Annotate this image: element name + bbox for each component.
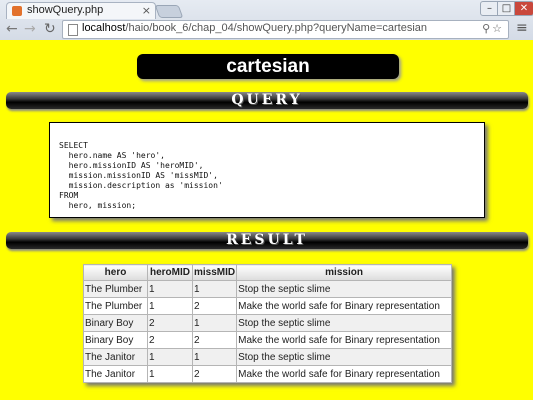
column-header-hero: hero bbox=[83, 264, 148, 281]
cell-hero: The Plumber bbox=[83, 297, 148, 315]
query-code-box: SELECT hero.name AS 'hero', hero.mission… bbox=[49, 122, 485, 218]
column-header-missmid: missMID bbox=[191, 264, 238, 281]
table-row: Binary Boy 2 2 Make the world safe for B… bbox=[83, 331, 452, 349]
page-icon bbox=[68, 24, 78, 36]
url-path: /haio/book_6/chap_04/showQuery.php?query… bbox=[125, 22, 427, 34]
forward-icon[interactable]: → bbox=[24, 21, 36, 37]
table-row: The Janitor 1 1 Stop the septic slime bbox=[83, 348, 452, 366]
cell-heromid: 1 bbox=[147, 348, 193, 366]
cell-hero: Binary Boy bbox=[83, 331, 148, 349]
url-text[interactable]: localhost/haio/book_6/chap_04/showQuery.… bbox=[82, 22, 427, 34]
address-bar-icons: ⚲☆ bbox=[482, 22, 504, 35]
result-table: hero heroMID missMID mission The Plumber… bbox=[83, 264, 452, 383]
cell-hero: The Janitor bbox=[83, 348, 148, 366]
query-line: hero.name AS 'hero', bbox=[59, 151, 165, 160]
tab-title: showQuery.php bbox=[27, 4, 104, 16]
cell-mission: Stop the septic slime bbox=[236, 314, 452, 332]
cell-hero: Binary Boy bbox=[83, 314, 148, 332]
query-heading: QUERY bbox=[6, 92, 528, 109]
column-header-heromid: heroMID bbox=[147, 264, 193, 281]
table-row: The Janitor 1 2 Make the world safe for … bbox=[83, 365, 452, 383]
star-icon[interactable]: ☆ bbox=[492, 22, 504, 35]
query-line: hero.missionID AS 'heroMID', bbox=[59, 161, 204, 170]
close-window-button[interactable]: ✕ bbox=[514, 1, 533, 16]
table-header-row: hero heroMID missMID mission bbox=[83, 264, 452, 281]
tab-close-button[interactable]: × bbox=[142, 4, 151, 17]
table-row: The Plumber 1 1 Stop the septic slime bbox=[83, 280, 452, 298]
browser-toolbar: ← → ↻ localhost/haio/book_6/chap_04/show… bbox=[0, 18, 533, 40]
cell-heromid: 1 bbox=[147, 280, 193, 298]
search-icon[interactable]: ⚲ bbox=[482, 22, 492, 35]
cell-hero: The Janitor bbox=[83, 365, 148, 383]
menu-icon[interactable]: ≡ bbox=[516, 21, 528, 35]
table-row: Binary Boy 2 1 Stop the septic slime bbox=[83, 314, 452, 332]
cell-heromid: 2 bbox=[147, 331, 193, 349]
cell-missmid: 1 bbox=[191, 348, 238, 366]
query-line: FROM bbox=[59, 191, 79, 200]
cell-mission: Stop the septic slime bbox=[236, 348, 452, 366]
url-host: localhost bbox=[82, 22, 126, 34]
cell-missmid: 2 bbox=[191, 331, 238, 349]
cell-missmid: 2 bbox=[191, 365, 238, 383]
cell-mission: Make the world safe for Binary represent… bbox=[236, 297, 452, 315]
cell-hero: The Plumber bbox=[83, 280, 148, 298]
new-tab-button[interactable] bbox=[154, 5, 184, 18]
page-title: cartesian bbox=[137, 54, 399, 79]
reload-icon[interactable]: ↻ bbox=[44, 21, 56, 37]
cell-heromid: 2 bbox=[147, 314, 193, 332]
cell-missmid: 1 bbox=[191, 314, 238, 332]
address-bar[interactable]: localhost/haio/book_6/chap_04/showQuery.… bbox=[62, 20, 509, 39]
cell-heromid: 1 bbox=[147, 297, 193, 315]
column-header-mission: mission bbox=[236, 264, 452, 281]
favicon-icon bbox=[12, 6, 22, 16]
query-line: SELECT bbox=[59, 141, 88, 150]
cell-mission: Make the world safe for Binary represent… bbox=[236, 331, 452, 349]
back-icon[interactable]: ← bbox=[6, 21, 18, 37]
browser-tab[interactable]: showQuery.php × bbox=[6, 2, 156, 19]
table-row: The Plumber 1 2 Make the world safe for … bbox=[83, 297, 452, 315]
query-line: mission.missionID AS 'missMID', bbox=[59, 171, 218, 180]
query-line: hero, mission; bbox=[59, 201, 137, 210]
browser-chrome: showQuery.php × – □ ✕ ← → ↻ localhost/ha… bbox=[0, 0, 533, 40]
result-heading: RESULT bbox=[6, 232, 528, 249]
cell-missmid: 1 bbox=[191, 280, 238, 298]
query-line: mission.description as 'mission' bbox=[59, 181, 223, 190]
cell-mission: Make the world safe for Binary represent… bbox=[236, 365, 452, 383]
cell-missmid: 2 bbox=[191, 297, 238, 315]
cell-mission: Stop the septic slime bbox=[236, 280, 452, 298]
cell-heromid: 1 bbox=[147, 365, 193, 383]
